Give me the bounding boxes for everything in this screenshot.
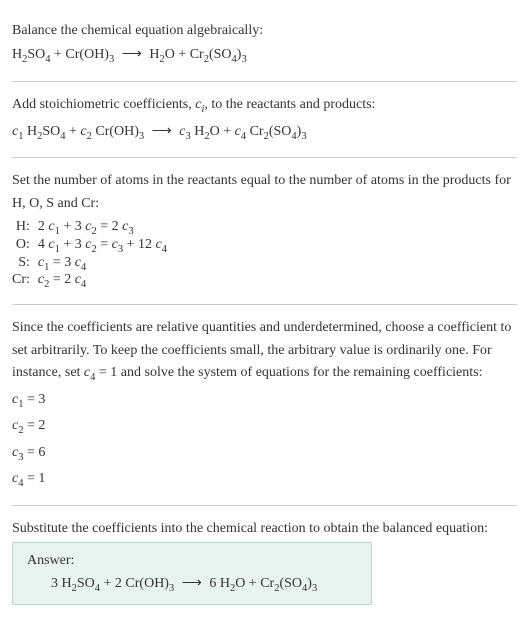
element-label: Cr: — [12, 272, 38, 290]
table-row: Cr: c2 = 2 c4 — [12, 272, 167, 290]
step2-text: Set the number of atoms in the reactants… — [12, 170, 517, 215]
answer-box: Answer: 3 H2SO4 + 2 Cr(OH)3 ⟶ 6 H2O + Cr… — [12, 542, 372, 605]
table-row: O: 4 c1 + 3 c2 = c3 + 12 c4 — [12, 237, 167, 255]
coefficient-solution: c3 = 6 — [12, 442, 517, 467]
step1-text: Add stoichiometric coefficients, ci, to … — [12, 94, 517, 119]
intro-equation: H2SO4 + Cr(OH)3 ⟶ H2O + Cr2(SO4)3 — [12, 44, 517, 69]
step3-section: Since the coefficients are relative quan… — [12, 305, 517, 506]
coefficient-solution: c2 = 2 — [12, 415, 517, 440]
element-label: H: — [12, 219, 38, 237]
coefficient-solution: c4 = 1 — [12, 468, 517, 493]
element-equation: 4 c1 + 3 c2 = c3 + 12 c4 — [38, 237, 167, 255]
element-equation: c2 = 2 c4 — [38, 272, 167, 290]
step1-equation: c1 H2SO4 + c2 Cr(OH)3 ⟶ c3 H2O + c4 Cr2(… — [12, 121, 517, 146]
coefficient-solution: c1 = 3 — [12, 389, 517, 414]
atom-balance-table: H: 2 c1 + 3 c2 = 2 c3 O: 4 c1 + 3 c2 = c… — [12, 219, 167, 290]
answer-equation: 3 H2SO4 + 2 Cr(OH)3 ⟶ 6 H2O + Cr2(SO4)3 — [27, 575, 357, 594]
step4-text: Substitute the coefficients into the che… — [12, 518, 517, 540]
element-equation: c1 = 3 c4 — [38, 255, 167, 273]
step3-text: Since the coefficients are relative quan… — [12, 317, 517, 386]
intro-section: Balance the chemical equation algebraica… — [12, 8, 517, 82]
step4-section: Substitute the coefficients into the che… — [12, 506, 517, 615]
step1-section: Add stoichiometric coefficients, ci, to … — [12, 82, 517, 158]
element-label: O: — [12, 237, 38, 255]
answer-label: Answer: — [27, 553, 357, 569]
element-equation: 2 c1 + 3 c2 = 2 c3 — [38, 219, 167, 237]
intro-title: Balance the chemical equation algebraica… — [12, 20, 517, 42]
table-row: S: c1 = 3 c4 — [12, 255, 167, 273]
step2-section: Set the number of atoms in the reactants… — [12, 158, 517, 305]
table-row: H: 2 c1 + 3 c2 = 2 c3 — [12, 219, 167, 237]
element-label: S: — [12, 255, 38, 273]
